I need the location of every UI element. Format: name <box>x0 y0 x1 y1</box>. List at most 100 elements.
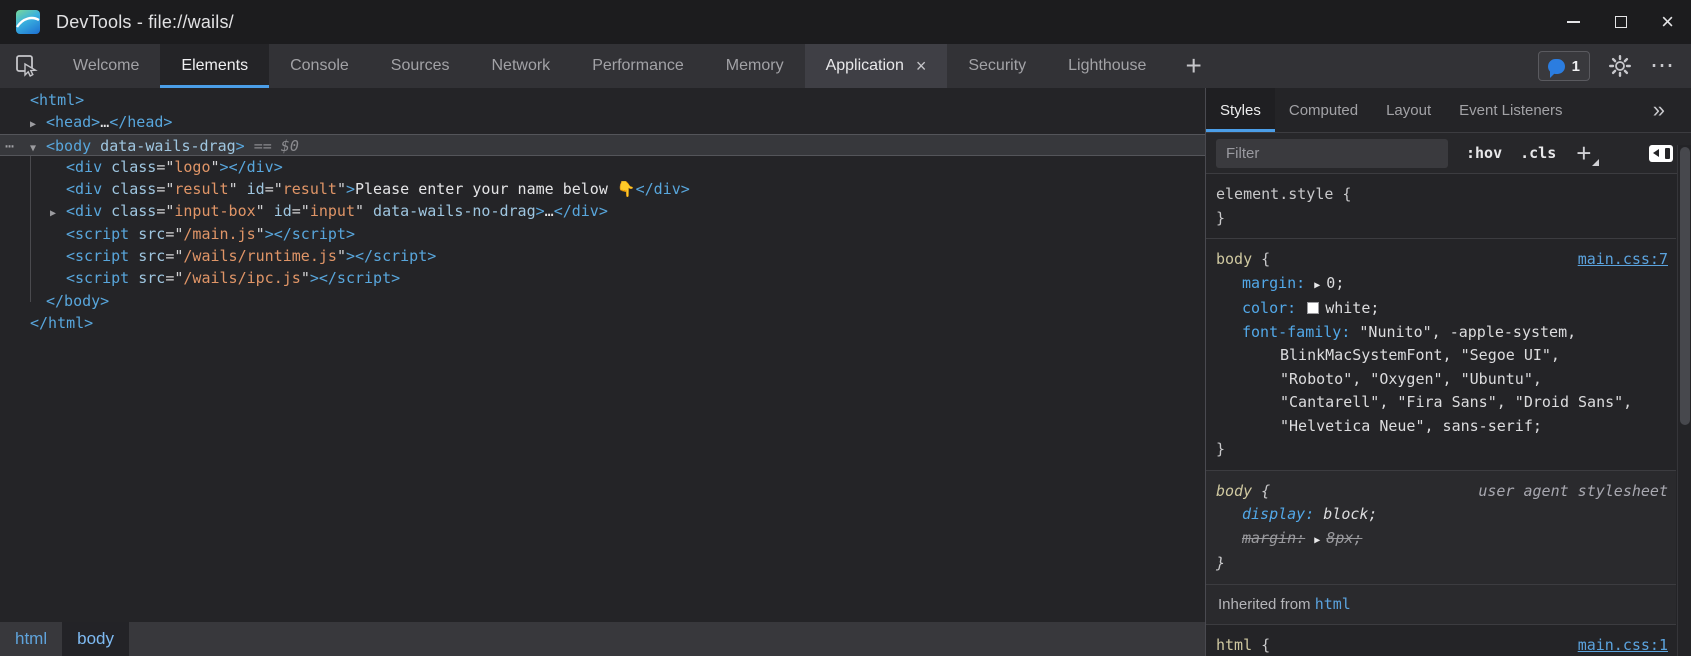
expand-value-arrow-icon[interactable]: ▶ <box>1314 535 1326 546</box>
tab-security[interactable]: Security <box>947 44 1047 88</box>
tab-sources[interactable]: Sources <box>370 44 471 88</box>
styles-tab-styles[interactable]: Styles <box>1206 88 1275 132</box>
pseudo-state-toggle[interactable]: :hov <box>1466 144 1502 162</box>
toolbar-right-actions: 1 ⋯ <box>1538 51 1691 81</box>
token-attr: class <box>102 158 156 176</box>
tab-elements[interactable]: Elements <box>160 44 269 88</box>
tab-label: Performance <box>592 57 684 75</box>
token-punct: =" <box>156 158 174 176</box>
token-punct: " <box>337 180 346 198</box>
tab-performance[interactable]: Performance <box>571 44 705 88</box>
close-tab-icon[interactable]: × <box>916 57 927 75</box>
token-emoji: 👇 <box>617 180 636 198</box>
token-punct: =" <box>156 202 174 220</box>
scrollbar[interactable] <box>1677 145 1691 656</box>
token-punct: " <box>355 202 364 220</box>
token-punct: =" <box>292 202 310 220</box>
scrollbar-thumb[interactable] <box>1680 147 1690 425</box>
minimize-icon <box>1567 21 1580 23</box>
token-tag: <html> <box>30 91 84 109</box>
tab-application[interactable]: Application× <box>805 44 948 88</box>
computed-sidebar-toggle-icon[interactable] <box>1649 145 1673 162</box>
minimize-button[interactable] <box>1550 0 1597 44</box>
dom-tree-row[interactable]: </html> <box>0 312 1205 334</box>
token-tag: <script <box>66 225 129 243</box>
more-panels-chevron-icon[interactable]: » <box>1653 97 1665 123</box>
css-selector[interactable]: body <box>1216 480 1252 504</box>
styles-tab-layout[interactable]: Layout <box>1372 88 1445 132</box>
class-toggle[interactable]: .cls <box>1520 144 1556 162</box>
settings-gear-icon[interactable] <box>1608 54 1632 78</box>
tab-lighthouse[interactable]: Lighthouse <box>1047 44 1167 88</box>
tab-welcome[interactable]: Welcome <box>52 44 160 88</box>
elements-panel: <html> ▶<head>…</head>⋯▼<body data-wails-… <box>0 88 1205 656</box>
tab-console[interactable]: Console <box>269 44 370 88</box>
token-tag: </div> <box>554 202 608 220</box>
styles-filter-input[interactable] <box>1216 139 1448 168</box>
css-selector[interactable]: element.style <box>1216 183 1333 207</box>
issues-bubble-icon <box>1548 59 1565 74</box>
styles-tab-event-listeners[interactable]: Event Listeners <box>1445 88 1576 132</box>
token-tag: > <box>310 269 319 287</box>
inspect-element-icon[interactable] <box>12 51 42 81</box>
color-swatch[interactable] <box>1307 302 1319 314</box>
token-val: input-box <box>174 202 255 220</box>
token-tag: <head> <box>46 113 100 131</box>
token-tag: </script> <box>355 247 436 265</box>
css-declaration[interactable]: font-family: "Nunito", -apple-system, <box>1216 321 1676 345</box>
dom-tree-row[interactable]: <script src="/main.js"></script> <box>0 223 1205 245</box>
dom-tree-row[interactable]: ⋯▼<body data-wails-drag> == $0 <box>0 134 1205 156</box>
breadcrumb-item-html[interactable]: html <box>0 622 62 656</box>
dom-tree-row[interactable]: <div class="result" id="result">Please e… <box>0 178 1205 200</box>
css-declaration[interactable]: margin: ▶ 0; <box>1216 272 1676 298</box>
token-flag: == $0 <box>245 137 299 155</box>
css-selector[interactable]: body <box>1216 248 1252 272</box>
dom-tree-row[interactable]: ▶<head>…</head> <box>0 111 1205 133</box>
tab-label: Elements <box>181 57 248 75</box>
tool-tabs: Welcome Elements ConsoleSourcesNetwork Perf… <box>52 44 1167 88</box>
breadcrumb-item-body[interactable]: body <box>62 622 129 656</box>
token-punct: =" <box>156 180 174 198</box>
dom-tree-row[interactable]: <div class="logo"></div> <box>0 156 1205 178</box>
issues-counter-button[interactable]: 1 <box>1538 51 1590 81</box>
row-actions-icon[interactable]: ⋯ <box>5 135 13 157</box>
css-declaration[interactable]: display: block; <box>1216 503 1676 527</box>
breadcrumb: htmlbody <box>0 622 1205 656</box>
dom-tree-row[interactable]: </body> <box>0 290 1205 312</box>
new-style-rule-plus-icon[interactable]: + <box>1576 140 1591 166</box>
more-tools-plus-icon[interactable]: + <box>1185 52 1201 80</box>
css-selector[interactable]: html <box>1216 634 1252 656</box>
style-rule-section: body {user agent stylesheetdisplay: bloc… <box>1206 471 1676 585</box>
close-button[interactable]: × <box>1644 0 1691 44</box>
token-val: result <box>174 180 228 198</box>
more-options-icon[interactable]: ⋯ <box>1650 54 1675 78</box>
style-rule-section: element.style {} <box>1206 174 1676 239</box>
token-text: Please enter your name below <box>355 180 617 198</box>
issues-count: 1 <box>1572 58 1580 75</box>
dom-tree-row[interactable]: <html> <box>0 89 1205 111</box>
token-text: … <box>545 202 554 220</box>
window-title: DevTools - file://wails/ <box>56 12 234 33</box>
token-tag: <script <box>66 247 129 265</box>
css-declaration-continuation: BlinkMacSystemFont, "Segoe UI", <box>1216 344 1676 368</box>
css-declaration[interactable]: margin: ▶ 8px; <box>1216 527 1676 553</box>
inherited-node-link[interactable]: html <box>1315 595 1351 613</box>
dom-tree-row[interactable]: ▶<div class="input-box" id="input" data-… <box>0 200 1205 222</box>
tab-network[interactable]: Network <box>471 44 572 88</box>
maximize-button[interactable] <box>1597 0 1644 44</box>
css-declaration-continuation: "Cantarell", "Fira Sans", "Droid Sans", <box>1216 391 1676 415</box>
maximize-icon <box>1615 16 1627 28</box>
stylesheet-source-link[interactable]: main.css:7 <box>1578 248 1668 272</box>
styles-tab-computed[interactable]: Computed <box>1275 88 1372 132</box>
expand-value-arrow-icon[interactable]: ▶ <box>1314 280 1326 291</box>
stylesheet-origin-note: user agent stylesheet <box>1478 480 1668 504</box>
token-punct: " <box>337 247 346 265</box>
stylesheet-source-link[interactable]: main.css:1 <box>1578 634 1668 656</box>
token-tag: </div> <box>636 180 690 198</box>
dom-tree-row[interactable]: <script src="/wails/ipc.js"></script> <box>0 267 1205 289</box>
dom-tree-row[interactable]: <script src="/wails/runtime.js"></script… <box>0 245 1205 267</box>
token-punct: =" <box>265 180 283 198</box>
tab-memory[interactable]: Memory <box>705 44 805 88</box>
css-declaration[interactable]: color: white; <box>1216 297 1676 321</box>
token-punct: =" <box>165 269 183 287</box>
